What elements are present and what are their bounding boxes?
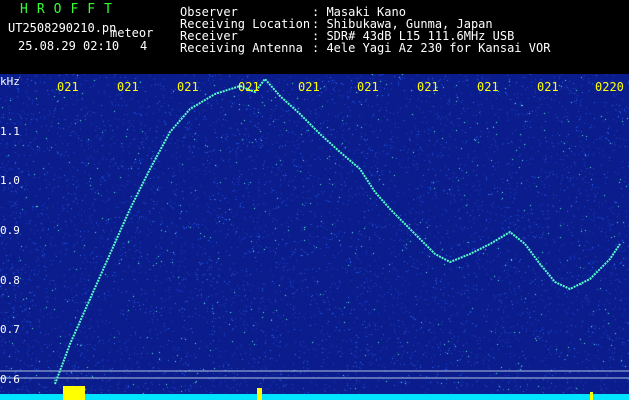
datetime-label: 25.08.29 02:10 <box>18 39 120 53</box>
y-axis-unit: kHz <box>0 75 20 88</box>
y-tick-label: 0.8 <box>0 274 20 287</box>
hrofft-logo: HROFFT <box>20 2 121 17</box>
y-tick-label: 1.0 <box>0 174 20 187</box>
count-label: 4 <box>140 39 148 53</box>
x-tick-label: 021 <box>57 80 79 94</box>
x-tick-label: 021 <box>177 80 199 94</box>
yellow-burst <box>590 392 593 400</box>
header-bar: HROFFT UT2508290210.pn meteor 25.08.29 0… <box>0 0 629 74</box>
y-tick-label: 0.9 <box>0 224 20 237</box>
y-tick-label: 1.1 <box>0 125 20 138</box>
meteor-trace <box>54 77 621 385</box>
x-tick-label: 021 <box>117 80 139 94</box>
yellow-burst <box>63 386 85 400</box>
x-tick-label: 0220 <box>595 80 624 94</box>
antenna-label: Receiving Antenna <box>180 41 303 55</box>
baseline-bar <box>0 394 629 400</box>
antenna-value: : 4ele Yagi Az 230 for Kansai VOR <box>312 41 551 55</box>
x-tick-label: 021 <box>537 80 559 94</box>
detection-label: meteor <box>110 26 154 40</box>
y-tick-label: 0.6 <box>0 373 20 386</box>
yellow-burst <box>257 388 262 400</box>
x-tick-label: 021 <box>477 80 499 94</box>
y-tick-label: 0.7 <box>0 323 20 336</box>
spectrogram-overlay <box>0 77 629 400</box>
x-tick-label: 021 <box>357 80 379 94</box>
filename-label: UT2508290210.pn <box>8 21 117 35</box>
x-tick-label: 021 <box>238 80 260 94</box>
x-tick-label: 021 <box>417 80 439 94</box>
x-tick-label: 021 <box>298 80 320 94</box>
